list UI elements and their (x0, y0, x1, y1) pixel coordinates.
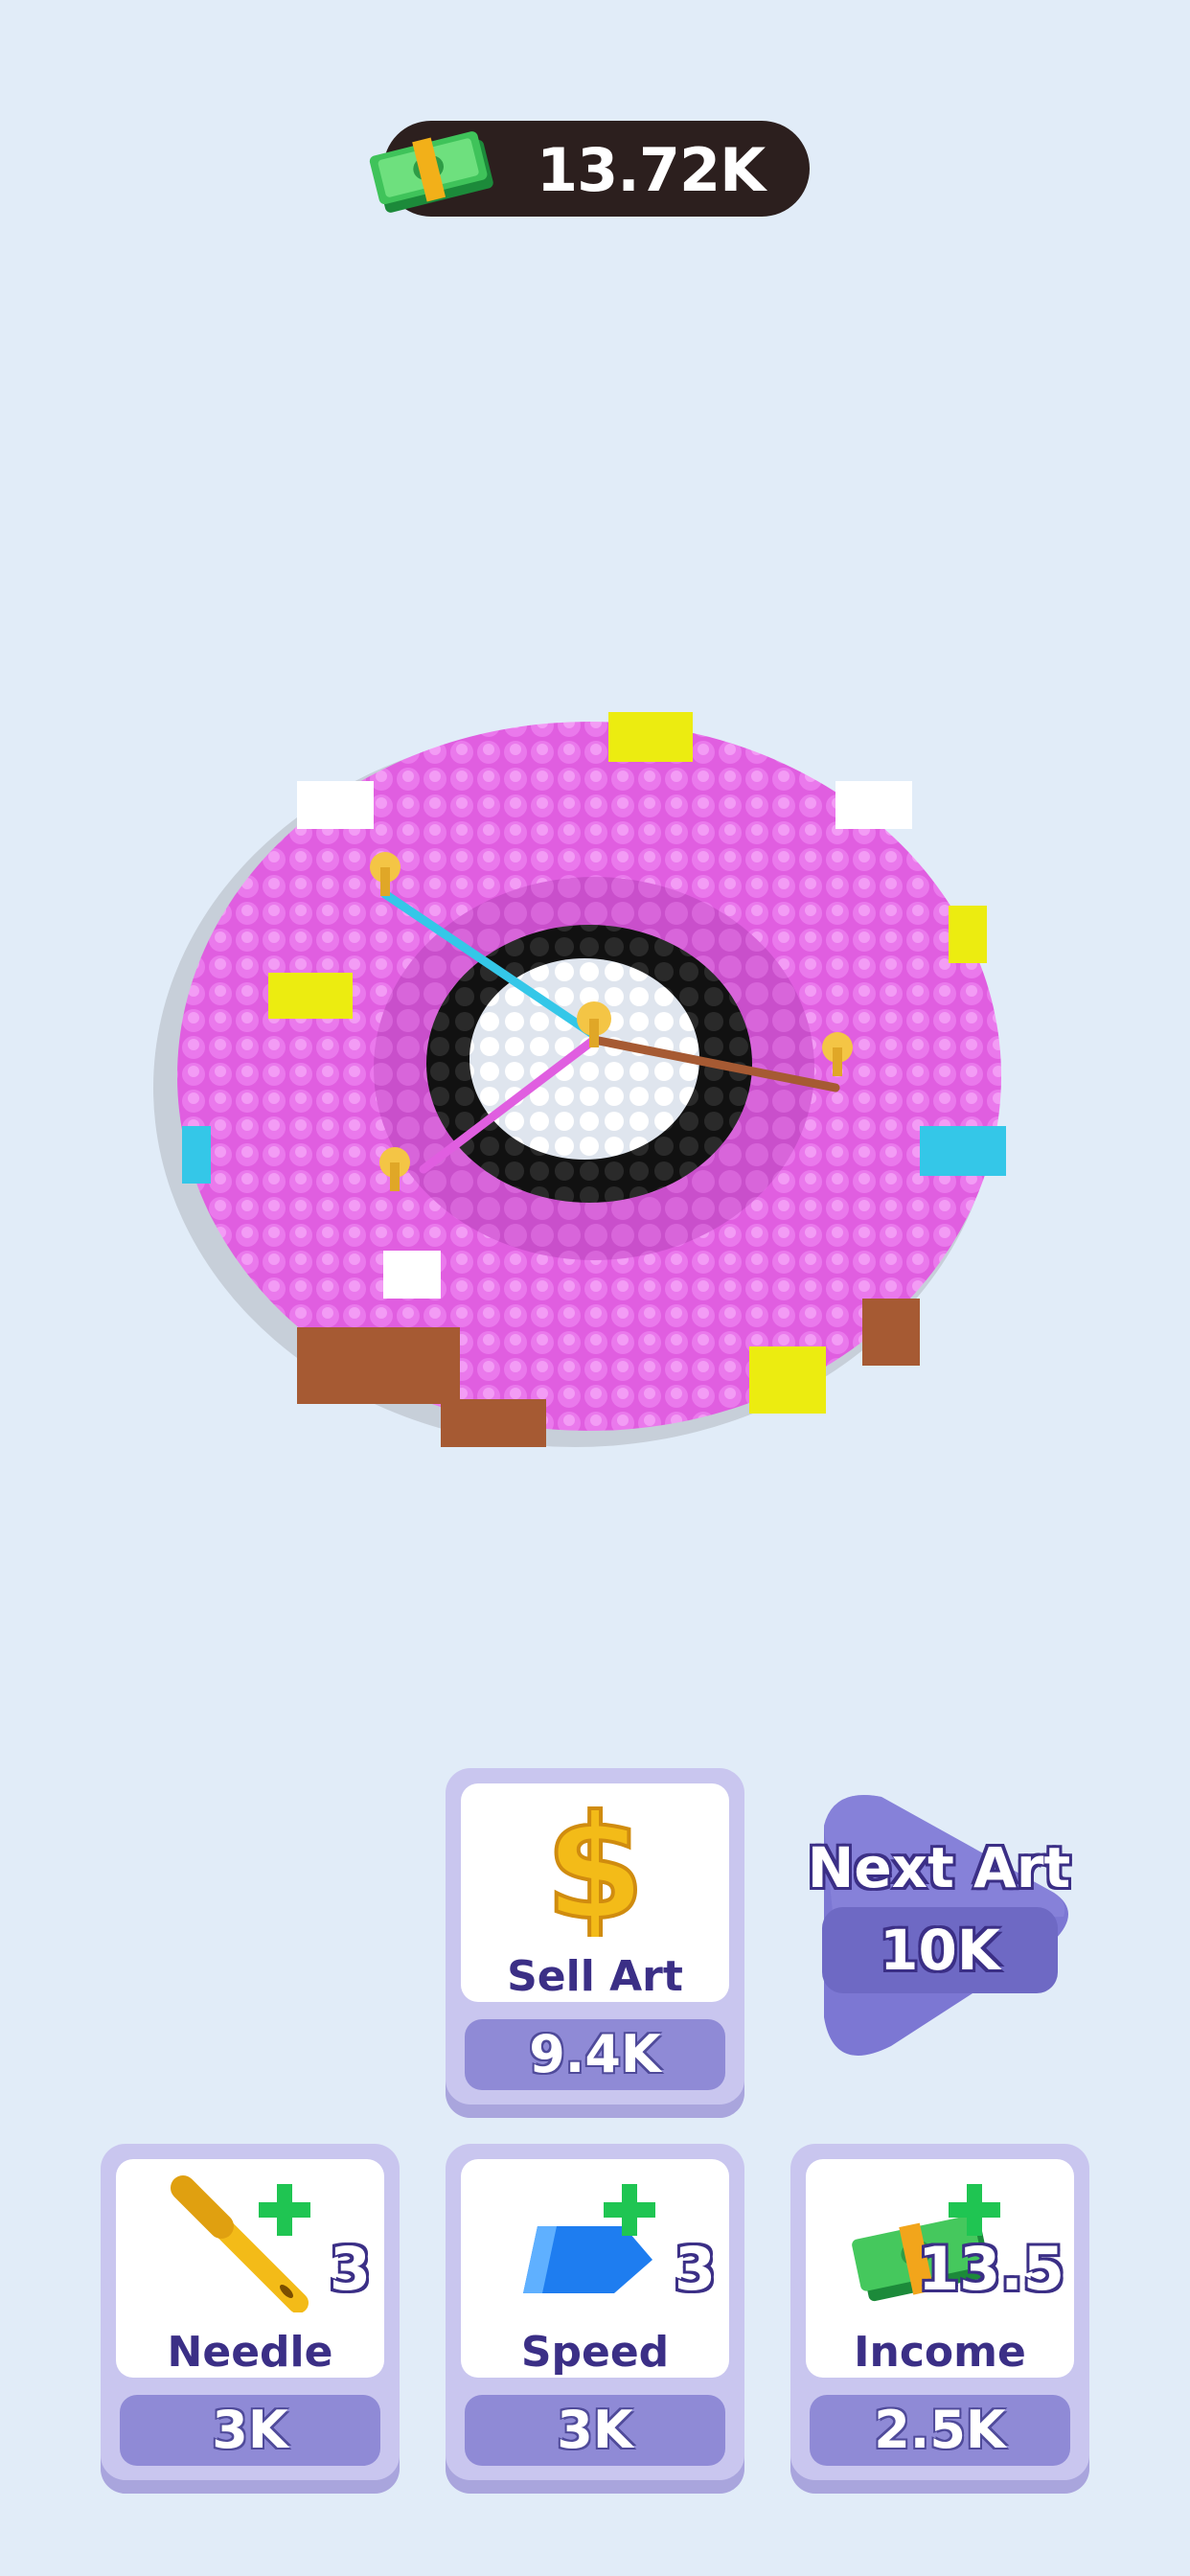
income-price: 2.5K (810, 2395, 1070, 2466)
needle-label: Needle (167, 2328, 333, 2377)
needle-face: 3 Needle (116, 2159, 384, 2378)
sell-art-button[interactable]: $ Sell Art 9.4K (446, 1768, 744, 2118)
speed-label: Speed (520, 2328, 670, 2377)
income-face: 13.5 Income (806, 2159, 1074, 2378)
upgrade-speed-button[interactable]: 3 Speed 3K (446, 2144, 744, 2494)
sell-art-label: Sell Art (507, 1952, 683, 2001)
svg-text:$: $ (545, 1793, 645, 1937)
cash-stack-icon (369, 131, 493, 213)
needle-level: 3 (329, 2234, 371, 2304)
next-art-label: Next Art (807, 1835, 1071, 1900)
income-level: 13.5 (918, 2234, 1064, 2304)
upgrade-income-button[interactable]: 13.5 Income 2.5K (790, 2144, 1089, 2494)
speed-price: 3K (465, 2395, 725, 2466)
sell-art-face: $ Sell Art (461, 1783, 729, 2002)
next-art-price: 10K (822, 1907, 1058, 1993)
needle-price: 3K (120, 2395, 380, 2466)
needle-icon (171, 2175, 310, 2312)
speed-face: 3 Speed (461, 2159, 729, 2378)
dollar-sign-icon: $ (543, 1793, 647, 1937)
speed-arrow-icon (523, 2184, 655, 2293)
sell-art-price: 9.4K (465, 2019, 725, 2090)
currency-amount: 13.72K (537, 135, 766, 205)
income-label: Income (854, 2328, 1026, 2377)
upgrade-needle-button[interactable]: 3 Needle 3K (101, 2144, 400, 2494)
speed-level: 3 (674, 2234, 716, 2304)
embroidery-artwork (153, 712, 1006, 1447)
